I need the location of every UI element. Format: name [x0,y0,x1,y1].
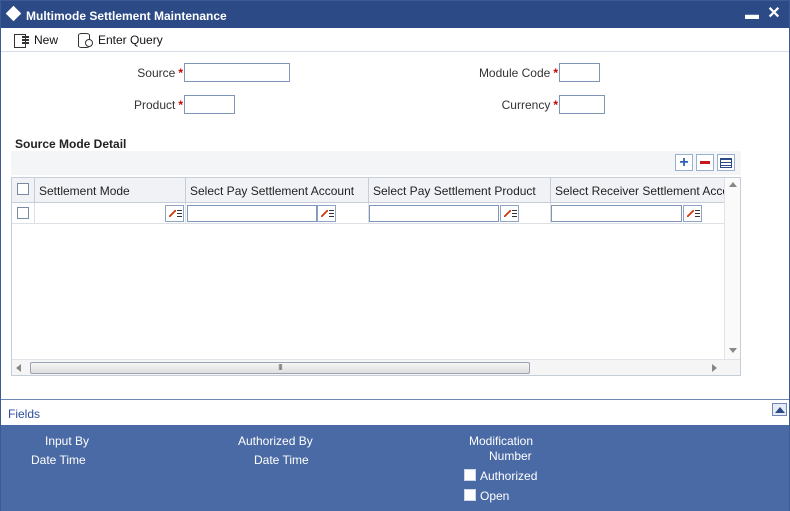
pay-account-input[interactable] [187,205,317,222]
currency-label-text: Currency [501,98,551,112]
module-code-label-text: Module Code [478,66,551,80]
row-select-cell [12,203,35,224]
close-button[interactable]: ✕ [765,5,783,23]
product-input[interactable] [184,95,235,114]
table-row [12,203,724,224]
grid-toolbar: + [11,151,741,175]
column-header-settlement-mode[interactable]: Settlement Mode [35,178,186,203]
new-button[interactable]: New [13,31,58,49]
grid-header: Settlement Mode Select Pay Settlement Ac… [12,178,724,203]
enter-query-button[interactable]: Enter Query [77,31,163,49]
column-header-pay-account[interactable]: Select Pay Settlement Account [186,178,369,203]
currency-input[interactable] [559,95,605,114]
minimize-button[interactable]: ▬ [743,5,761,23]
fields-link[interactable]: Fields [8,407,40,421]
database-query-icon [77,33,93,48]
date-time-label: Date Time [31,453,86,467]
required-marker: * [178,98,183,112]
receiver-account-cell [551,203,724,224]
modification-label: Modification [469,434,534,448]
open-label: Open [480,489,510,503]
pay-product-cell [369,203,551,224]
delete-row-button[interactable] [696,154,714,171]
toolbar: New Enter Query [1,28,789,52]
pay-product-input[interactable] [369,205,499,222]
product-label-text: Product [133,98,176,112]
audit-panel: Input By Date Time Authorized By Date Ti… [1,425,789,511]
currency-label: Currency * [441,98,558,112]
fields-bar: Fields [1,399,789,425]
minus-icon [700,161,710,164]
column-header-receiver-account[interactable]: Select Receiver Settlement Account [551,178,724,203]
diamond-icon [5,5,22,22]
scroll-up-icon[interactable] [729,182,737,187]
settlement-window: Multimode Settlement Maintenance ▬ ✕ New… [0,0,790,511]
plus-icon: + [679,153,689,171]
product-label: Product * [101,98,183,112]
open-checkbox[interactable] [464,489,476,501]
number-label: Number [489,449,532,463]
required-marker: * [178,66,183,80]
scroll-right-icon[interactable] [712,364,717,372]
section-title: Source Mode Detail [15,137,127,151]
pay-account-cell [186,203,369,224]
row-checkbox[interactable] [17,207,29,219]
enter-query-label: Enter Query [98,33,163,47]
source-input[interactable] [184,63,290,82]
add-row-button[interactable]: + [675,154,693,171]
source-label-text: Source [137,66,176,80]
authorized-checkbox[interactable] [464,469,476,481]
title-bar: Multimode Settlement Maintenance ▬ ✕ [1,1,789,28]
required-marker: * [553,66,558,80]
settlement-mode-lov-button[interactable] [165,205,184,222]
module-code-label: Module Code * [441,66,558,80]
receiver-account-input[interactable] [551,205,682,222]
header-select-cell [12,178,35,203]
settlement-mode-cell [35,203,186,224]
auth-date-time-label: Date Time [254,453,309,467]
receiver-account-lov-button[interactable] [683,205,702,222]
new-record-icon [13,33,29,48]
pay-product-lov-button[interactable] [500,205,519,222]
single-view-button[interactable] [717,154,735,171]
authorized-label: Authorized [480,469,538,483]
new-button-label: New [34,33,59,47]
module-code-input[interactable] [559,63,600,82]
input-by-label: Input By [45,434,90,448]
collapse-up-icon[interactable] [772,403,787,416]
pay-account-lov-button[interactable] [317,205,336,222]
source-mode-grid: Settlement Mode Select Pay Settlement Ac… [11,177,741,376]
scroll-thumb[interactable]: III [30,362,530,374]
scroll-down-icon[interactable] [729,348,737,353]
source-label: Source * [101,66,183,80]
window-title: Multimode Settlement Maintenance [26,9,227,23]
horizontal-scrollbar[interactable]: III [12,359,740,375]
scroll-left-icon[interactable] [16,364,21,372]
vertical-scrollbar[interactable] [724,178,740,359]
list-view-icon [720,157,732,168]
select-all-checkbox[interactable] [17,183,29,195]
column-header-pay-product[interactable]: Select Pay Settlement Product [369,178,551,203]
authorized-by-label: Authorized By [238,434,313,448]
required-marker: * [553,98,558,112]
